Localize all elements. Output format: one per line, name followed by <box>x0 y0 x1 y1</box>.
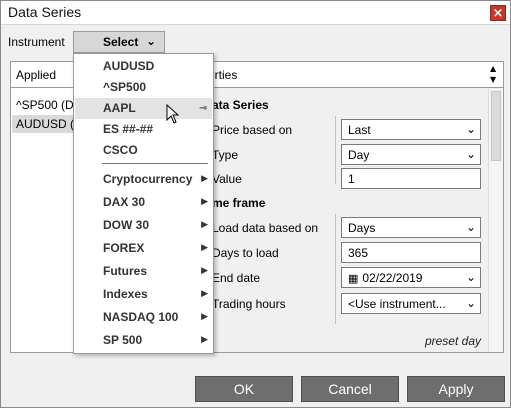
instrument-select-label: Select <box>103 35 139 49</box>
dropdown-separator <box>102 163 208 164</box>
chevron-right-icon: ▶ <box>201 197 208 207</box>
section-data-series: ata Series <box>212 98 269 112</box>
column-divider <box>335 214 336 324</box>
dropdown-item-sp500[interactable]: ^SP500 <box>75 77 212 98</box>
value-label: Value <box>212 172 242 186</box>
days-to-load-label: Days to load <box>212 246 279 260</box>
group-label: Cryptocurrency <box>103 172 193 186</box>
chevron-right-icon: ▶ <box>201 266 208 276</box>
trading-hours-select[interactable]: <Use instrument... ⌄ <box>341 293 481 314</box>
group-label: NASDAQ 100 <box>103 310 179 324</box>
dropdown-item-audusd[interactable]: AUDUSD <box>75 56 212 77</box>
applied-item[interactable]: ^SP500 (D <box>16 98 74 112</box>
instrument-label: Instrument <box>8 35 65 49</box>
scrollbar-thumb[interactable] <box>491 91 501 161</box>
group-label: Futures <box>103 264 148 278</box>
load-based-on-value: Days <box>348 221 376 235</box>
end-date-picker[interactable]: ▦ 02/22/2019 ⌄ <box>341 267 481 288</box>
chevron-right-icon: ▶ <box>201 243 208 253</box>
dropdown-group-dow30[interactable]: DOW 30 ▶ <box>75 215 212 236</box>
section-time-frame: me frame <box>212 196 266 210</box>
group-label: Indexes <box>103 287 148 301</box>
trading-hours-value: <Use instrument... <box>348 297 446 311</box>
value-value: 1 <box>348 172 355 186</box>
dropdown-group-indexes[interactable]: Indexes ▶ <box>75 284 212 305</box>
type-value: Day <box>348 148 370 162</box>
dropdown-item-csco[interactable]: CSCO <box>75 140 212 161</box>
apply-button[interactable]: Apply <box>407 376 505 402</box>
end-date-label: End date <box>212 271 261 285</box>
price-based-on-label: Price based on <box>212 123 293 137</box>
dropdown-group-forex[interactable]: FOREX ▶ <box>75 238 212 259</box>
properties-scrollbar[interactable] <box>488 89 503 352</box>
load-based-on-label: Load data based on <box>212 221 319 235</box>
load-based-on-select[interactable]: Days ⌄ <box>341 217 481 238</box>
dropdown-group-futures[interactable]: Futures ▶ <box>75 261 212 282</box>
close-icon[interactable]: × <box>490 5 506 21</box>
dropdown-item-aapl[interactable]: AAPL ⊸ <box>75 98 212 119</box>
title-bar: Data Series × <box>1 1 510 25</box>
window-title: Data Series <box>8 4 82 20</box>
instrument-select-button[interactable]: Select ⌄ <box>73 31 165 53</box>
dropdown-group-nasdaq100[interactable]: NASDAQ 100 ▶ <box>75 307 212 328</box>
days-to-load-value: 365 <box>348 246 369 260</box>
end-date-value: 02/22/2019 <box>362 271 423 285</box>
mouse-cursor-icon <box>166 104 180 124</box>
dropdown-group-dax30[interactable]: DAX 30 ▶ <box>75 192 212 213</box>
chevron-right-icon: ▶ <box>201 289 208 299</box>
pin-icon[interactable]: ⊸ <box>199 98 207 119</box>
dropdown-group-sp500[interactable]: SP 500 ▶ <box>75 330 212 351</box>
value-input[interactable]: 1 <box>341 168 481 189</box>
applied-item[interactable]: AUDUSD ( <box>12 115 74 133</box>
applied-header: Applied <box>11 62 73 88</box>
chevron-down-icon: ⌄ <box>465 270 476 284</box>
spin-arrows-icon[interactable]: ▲ ▼ <box>490 63 500 85</box>
group-label: DAX 30 <box>103 195 146 209</box>
properties-header: erties ▲ ▼ <box>207 62 503 88</box>
chevron-down-icon: ⌄ <box>146 34 157 48</box>
cancel-button[interactable]: Cancel <box>301 376 399 402</box>
days-to-load-input[interactable]: 365 <box>341 242 481 263</box>
group-label: SP 500 <box>103 333 143 347</box>
ok-button[interactable]: OK <box>195 376 293 402</box>
dropdown-item-aapl-label: AAPL <box>103 101 136 115</box>
chevron-right-icon: ▶ <box>201 174 208 184</box>
type-select[interactable]: Day ⌄ <box>341 144 481 165</box>
properties-panel: erties ▲ ▼ ata Series Price based on Last… <box>206 61 504 353</box>
price-based-on-select[interactable]: Last ⌄ <box>341 119 481 140</box>
calendar-icon: ▦ <box>348 272 359 285</box>
group-label: DOW 30 <box>103 218 150 232</box>
chevron-right-icon: ▶ <box>201 220 208 230</box>
data-series-dialog: Data Series × Instrument Select ⌄ Applie… <box>0 0 511 408</box>
chevron-down-icon: ⌄ <box>465 147 476 161</box>
chevron-down-icon: ⌄ <box>465 122 476 136</box>
column-divider <box>335 116 336 184</box>
chevron-right-icon: ▶ <box>201 312 208 322</box>
chevron-down-icon: ⌄ <box>465 296 476 310</box>
price-based-on-value: Last <box>348 123 371 137</box>
group-label: FOREX <box>103 241 145 255</box>
instrument-dropdown-menu: AUDUSD ^SP500 AAPL ⊸ ES ##-## CSCO Crypt… <box>73 53 214 354</box>
trading-hours-label: Trading hours <box>212 297 286 311</box>
preset-text: preset day <box>424 334 481 348</box>
applied-series-list[interactable]: Applied ^SP500 (D AUDUSD ( <box>10 61 74 353</box>
type-label: Type <box>212 148 239 162</box>
dropdown-item-es[interactable]: ES ##-## <box>75 119 212 140</box>
chevron-right-icon: ▶ <box>201 335 208 345</box>
chevron-down-icon: ⌄ <box>465 220 476 234</box>
dropdown-group-cryptocurrency[interactable]: Cryptocurrency ▶ <box>75 169 212 190</box>
